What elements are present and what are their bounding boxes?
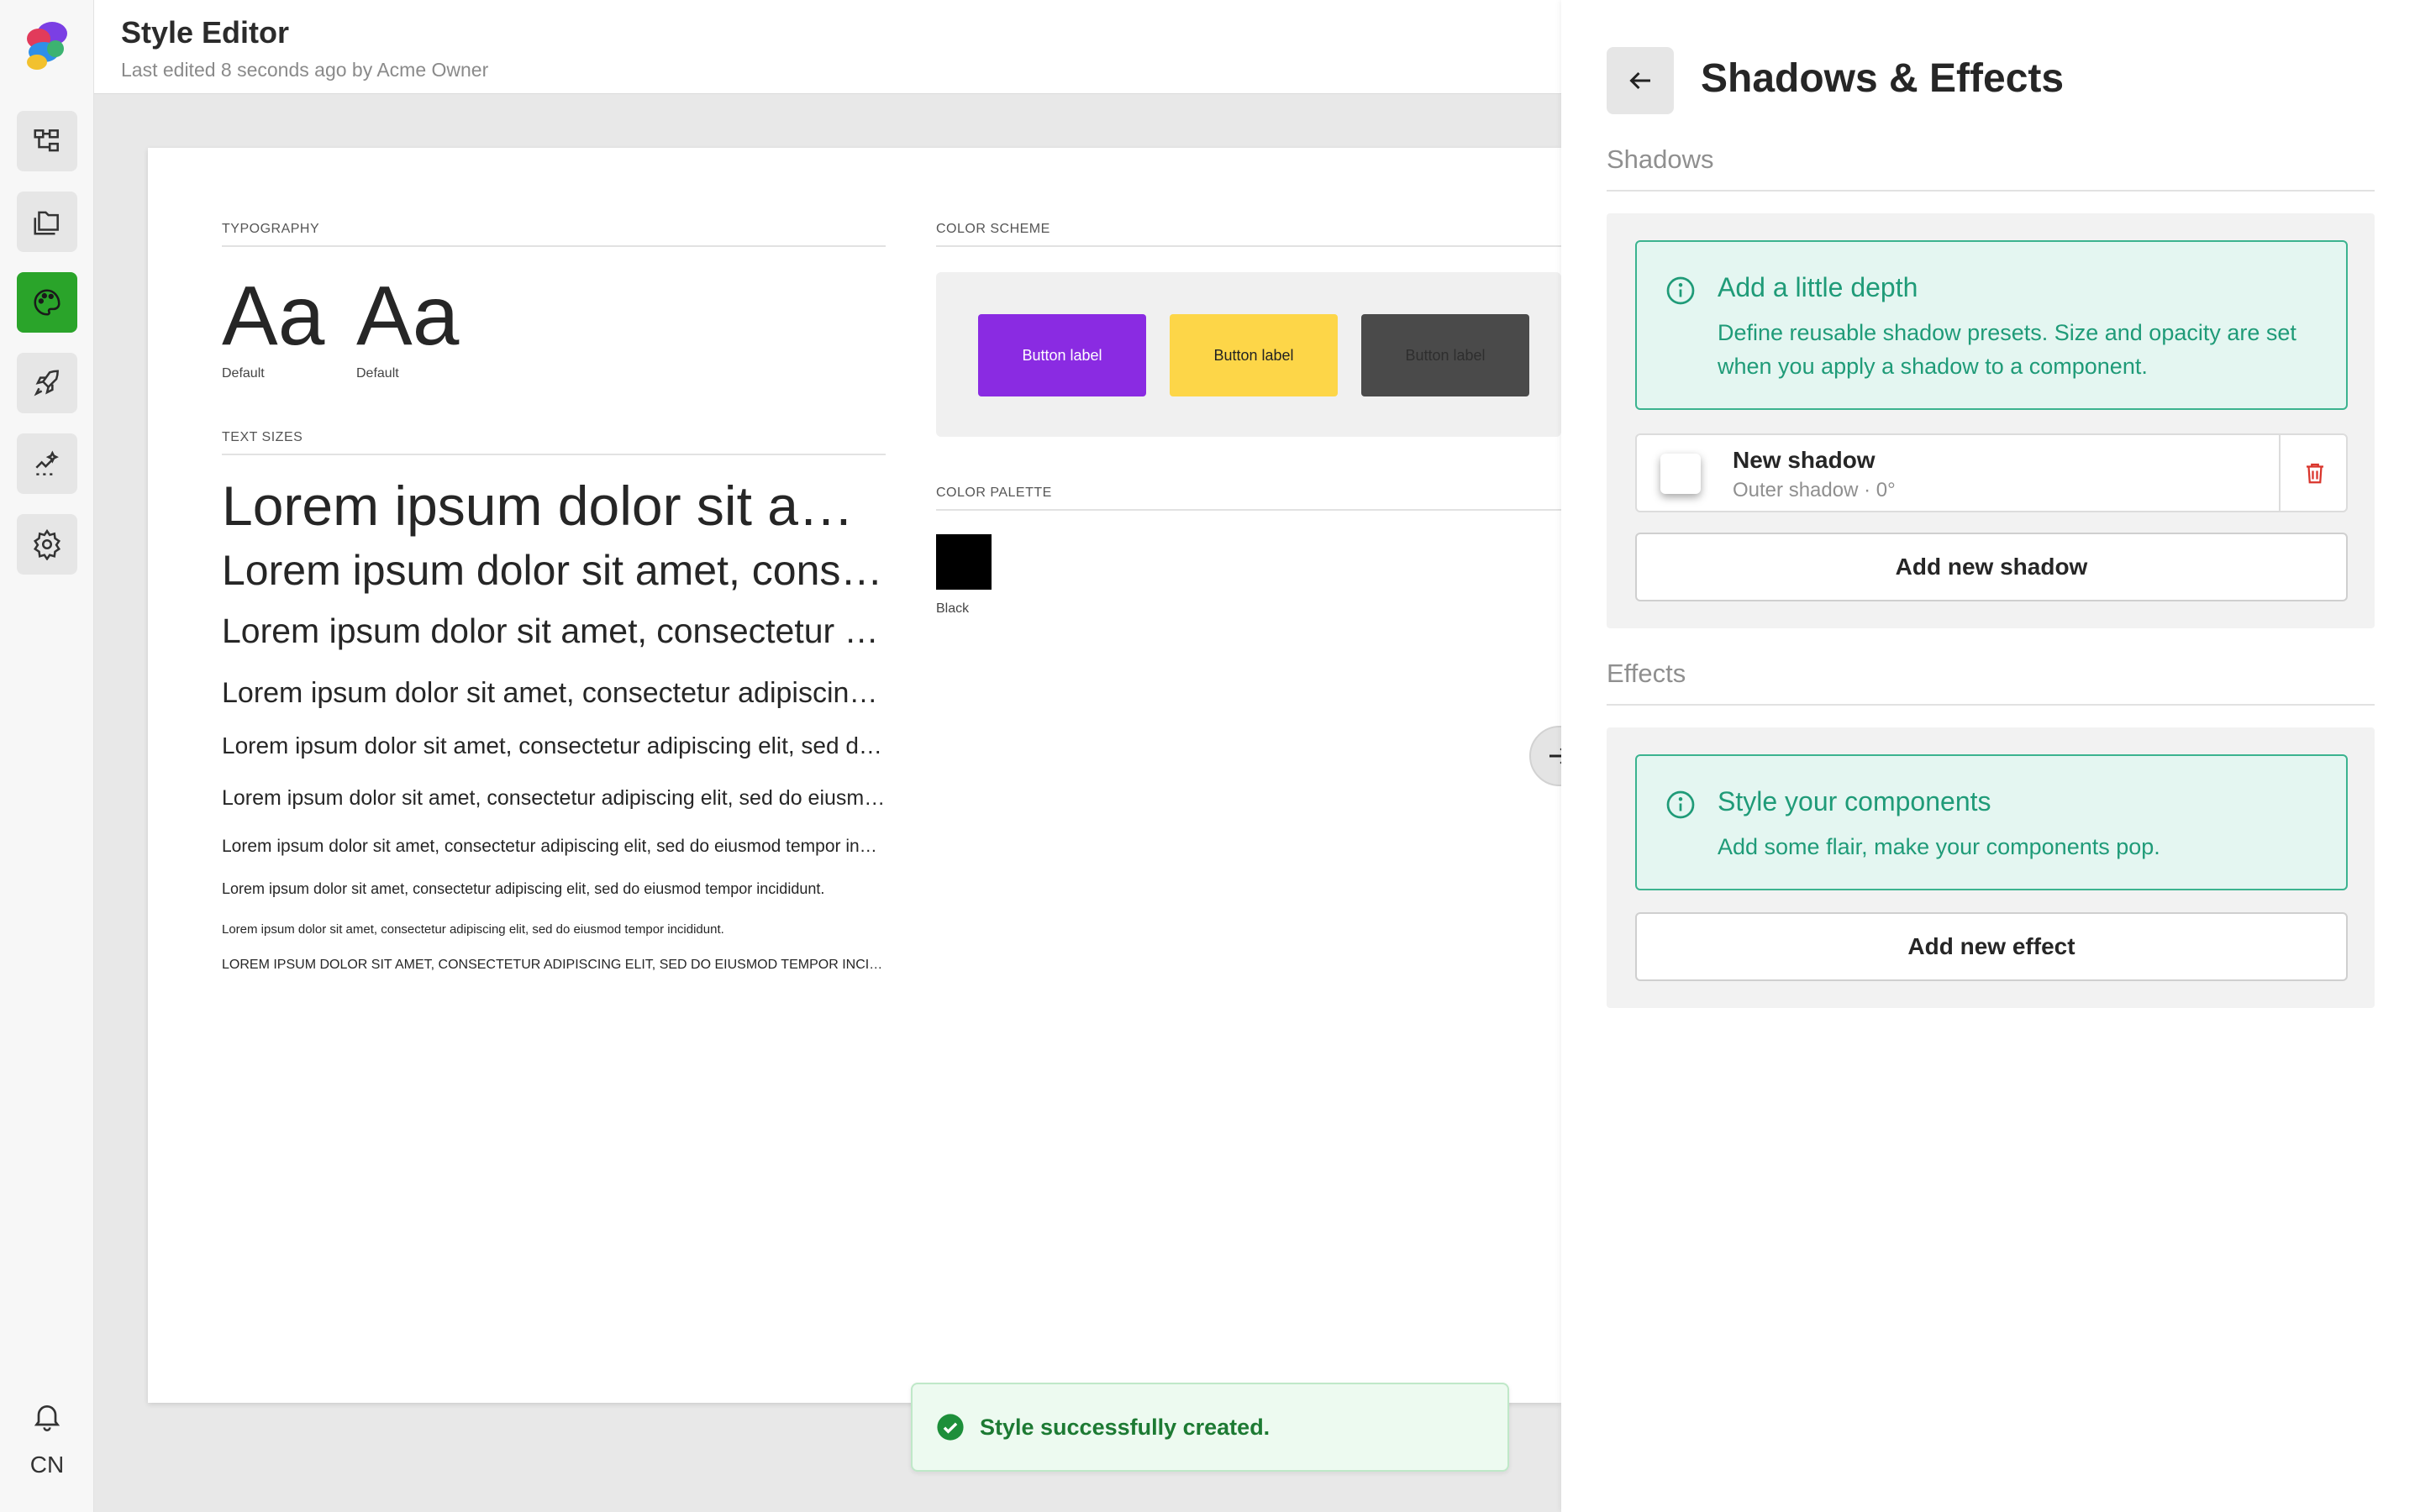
add-new-effect-button[interactable]: Add new effect: [1635, 912, 2348, 981]
color-scheme-preview: Button label Button label Button label: [936, 272, 1561, 437]
text-sizes-label: TEXT SIZES: [222, 430, 303, 444]
text-size-sample: Lorem ipsum dolor sit amet, consectetur …: [222, 786, 886, 810]
scheme-button-primary[interactable]: Button label: [978, 314, 1146, 396]
typography-label: TYPOGRAPHY: [222, 222, 320, 236]
shadows-divider: [1607, 190, 2375, 192]
success-toast: Style successfully created.: [911, 1383, 1509, 1472]
rail-item-analytics[interactable]: [17, 433, 77, 494]
shadows-heading: Shadows: [1607, 144, 1714, 174]
palette-icon: [34, 289, 60, 316]
rail-item-styles[interactable]: [17, 272, 77, 333]
scheme-button-tertiary[interactable]: Button label: [1361, 314, 1529, 396]
effects-section: Style your components Add some flair, ma…: [1607, 727, 2375, 1008]
effects-info-callout: Style your components Add some flair, ma…: [1635, 754, 2348, 890]
text-size-sample: Lorem ipsum dolor sit amet, consectetur …: [222, 677, 886, 709]
analytics-icon: [35, 450, 59, 475]
trash-icon[interactable]: [2302, 460, 2328, 486]
shadow-preview: [1660, 454, 1701, 494]
effects-heading: Effects: [1607, 659, 1686, 688]
shadows-section: Add a little depth Define reusable shado…: [1607, 213, 2375, 628]
palette-swatch-black[interactable]: [936, 534, 992, 590]
text-size-sample: Lorem ipsum dolor sit amet, consectetur …: [222, 880, 825, 897]
typography-sample-1-caption: Default: [222, 366, 265, 381]
folders-icon: [34, 211, 59, 235]
hierarchy-icon: [34, 129, 59, 152]
shadows-info-callout: Add a little depth Define reusable shado…: [1635, 240, 2348, 410]
top-header: Style Editor Last edited 8 seconds ago b…: [94, 0, 1561, 94]
style-preview-canvas: TYPOGRAPHY Aa Default Aa Default TEXT SI…: [148, 148, 1561, 1403]
rail-item-settings[interactable]: [17, 514, 77, 575]
shadows-effects-panel: Shadows & Effects Shadows Add a little d…: [1561, 0, 2420, 1512]
text-size-sample: Lorem ipsum dolor sit amet, consectetur …: [222, 837, 886, 856]
color-palette-divider: [936, 509, 1561, 511]
page-title: Style Editor: [121, 15, 290, 50]
text-size-sample: Lorem ipsum dolor sit amet, consectetur …: [222, 547, 886, 594]
effects-divider: [1607, 704, 2375, 706]
notifications-bell-icon[interactable]: [30, 1399, 64, 1433]
shadows-info-body: Define reusable shadow presets. Size and…: [1718, 320, 2296, 379]
check-circle-icon: [937, 1414, 964, 1441]
text-size-sample: Lorem ipsum dolor sit amet, consectetur …: [222, 612, 886, 650]
rail-item-hierarchy[interactable]: [17, 111, 77, 171]
typography-sample-1: Aa: [222, 269, 325, 363]
text-size-sample: Lorem ipsum dolor sit amet, consectetur …: [222, 732, 886, 759]
app-logo[interactable]: [18, 17, 76, 74]
text-size-sample: LOREM IPSUM DOLOR SIT AMET, CONSECTETUR …: [222, 958, 886, 972]
effects-info-title: Style your components: [1718, 786, 1991, 816]
info-icon: [1666, 790, 1695, 819]
toast-message: Style successfully created.: [980, 1414, 1270, 1440]
text-sizes-divider: [222, 454, 886, 455]
settings-icon: [33, 528, 61, 560]
typography-sample-2-caption: Default: [356, 366, 399, 381]
shadow-name: New shadow: [1733, 447, 1876, 473]
color-scheme-divider: [936, 245, 1561, 247]
arrow-left-icon: [1629, 71, 1650, 90]
rocket-icon: [34, 370, 59, 396]
shadow-meta: Outer shadow · 0°: [1733, 479, 1896, 501]
user-avatar[interactable]: CN: [0, 1452, 94, 1478]
info-icon: [1666, 276, 1695, 305]
row-divider: [2279, 435, 2281, 511]
back-button[interactable]: [1607, 47, 1674, 114]
typography-sample-2: Aa: [356, 269, 460, 363]
shadow-preset-row[interactable]: New shadow Outer shadow · 0°: [1635, 433, 2348, 512]
rail-item-files[interactable]: [17, 192, 77, 252]
text-size-sample: Lorem ipsum dolor sit amet, consectetur …: [222, 475, 886, 537]
palette-swatch-caption: Black: [936, 601, 970, 616]
last-edited-text: Last edited 8 seconds ago by Acme Owner: [121, 59, 489, 81]
left-rail: CN: [0, 0, 94, 1512]
color-scheme-label: COLOR SCHEME: [936, 222, 1050, 236]
color-palette-label: COLOR PALETTE: [936, 486, 1052, 500]
add-new-shadow-button[interactable]: Add new shadow: [1635, 533, 2348, 601]
effects-info-body: Add some flair, make your components pop…: [1718, 834, 2160, 859]
shadows-info-title: Add a little depth: [1718, 272, 1918, 302]
text-size-sample: Lorem ipsum dolor sit amet, consectetur …: [222, 922, 724, 937]
panel-title: Shadows & Effects: [1701, 56, 2065, 101]
scheme-button-secondary[interactable]: Button label: [1170, 314, 1338, 396]
typography-divider: [222, 245, 886, 247]
rail-item-publish[interactable]: [17, 353, 77, 413]
